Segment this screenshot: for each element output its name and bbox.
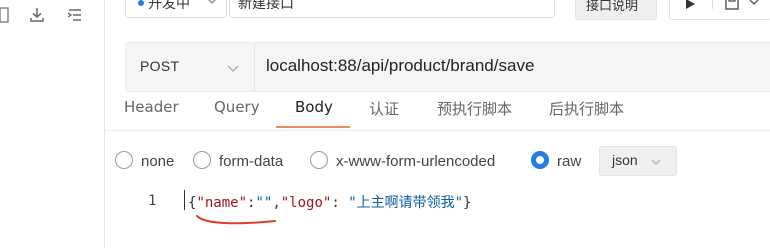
environment-select[interactable]: 开发中 [125,0,227,18]
format-label: json [612,152,638,168]
request-title-bar: 开发中 新建接口 接口说明 [125,0,770,20]
play-icon[interactable] [684,0,696,10]
run-save-group [669,0,770,20]
token-key-name: "name" [196,195,248,211]
list-icon[interactable] [66,6,84,24]
request-name-value: 新建接口 [238,0,294,11]
text-cursor [184,190,185,210]
tab-query[interactable]: Query [214,98,260,116]
api-doc-button-label: 接口说明 [586,0,639,13]
url-input[interactable]: localhost:88/api/product/brand/save [266,56,534,76]
download-icon[interactable] [28,6,46,24]
url-bar: POST localhost:88/api/product/brand/save [125,42,770,92]
radio-circle [310,151,328,169]
chevron-down-icon [208,0,216,4]
env-status-dot [138,0,144,6]
tab-body[interactable]: Body [295,98,333,116]
chevron-down-icon[interactable] [748,0,760,8]
radio-label: form-data [219,153,284,170]
radio-circle [193,151,211,169]
active-tab-indicator [276,126,350,128]
tab-pre-script[interactable]: 预执行脚本 [437,98,512,119]
chevron-down-icon [651,159,661,165]
radio-circle-checked [531,151,549,169]
token-value-name: "" [255,195,273,211]
chevron-down-icon [227,65,239,72]
tab-post-script[interactable]: 后执行脚本 [549,98,624,119]
divider [712,0,713,9]
tab-auth[interactable]: 认证 [369,98,399,119]
token-comma: , [272,195,281,211]
line-number: 1 [148,193,157,209]
panel-icon[interactable] [0,6,18,24]
api-doc-button[interactable]: 接口说明 [575,0,657,20]
tab-header[interactable]: Header [124,98,179,116]
method-label: POST [140,58,180,74]
annotation-underline [196,215,276,225]
radio-label: x-www-form-urlencoded [336,153,496,170]
token-colon: : [331,195,349,211]
raw-format-select[interactable]: json [599,146,677,176]
radio-circle [115,151,133,169]
environment-label: 开发中 [148,0,190,11]
token-brace: } [463,195,472,211]
token-value-logo: "上主啊请带领我" [348,195,464,211]
divider [104,130,770,131]
token-key-logo: "logo" [280,195,332,211]
left-sidebar [0,0,105,248]
code-line[interactable]: {"name":"","logo": "上主啊请带领我"} [188,192,471,212]
save-icon[interactable] [724,0,740,11]
request-name-input[interactable]: 新建接口 [229,0,555,18]
radio-label: raw [557,153,582,170]
method-select[interactable]: POST [126,43,255,91]
radio-label: none [141,153,175,170]
